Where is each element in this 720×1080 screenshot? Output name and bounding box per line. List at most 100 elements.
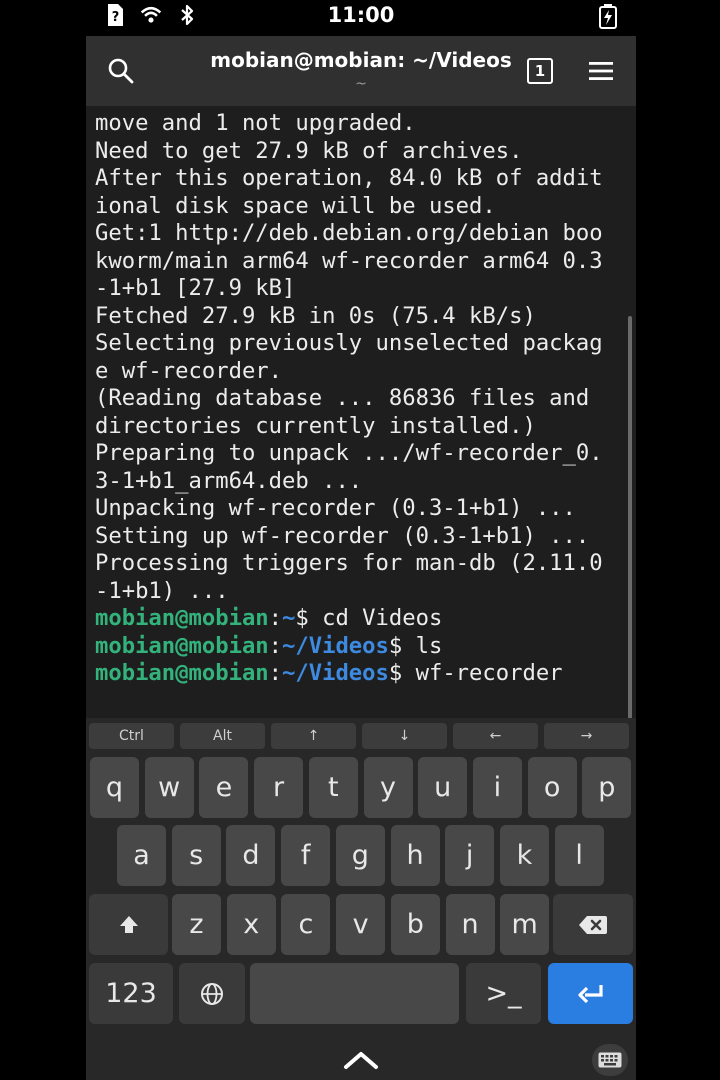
terminal-output-line: Need to get 27.9 kB of archives. — [95, 137, 523, 164]
key-label: t — [328, 772, 339, 803]
on-screen-keyboard: Ctrl Alt ↑ ↓ ← → 123 >_ q w e r t y u i o p a s d f g h j k l z x… — [86, 718, 636, 1080]
key-label: s — [189, 840, 204, 871]
key-j[interactable]: j — [445, 825, 495, 886]
terminal-output-line: Unpacking wf-recorder (0.3-1+b1) ... — [95, 495, 576, 521]
key-r[interactable]: r — [254, 757, 304, 818]
prompt-separator: : — [268, 632, 283, 659]
arrow-left-key[interactable]: ← — [453, 723, 538, 749]
numbers-key[interactable]: 123 — [89, 963, 173, 1024]
terminal-key[interactable]: >_ — [466, 963, 541, 1024]
numbers-key-label: 123 — [105, 978, 157, 1009]
key-label: r — [273, 772, 285, 803]
terminal-output-line: Fetched 27.9 kB in 0s (75.4 kB/s) — [95, 302, 536, 329]
key-label: h — [406, 840, 424, 871]
keyboard-icon — [598, 1052, 622, 1068]
key-h[interactable]: h — [390, 825, 440, 886]
key-v[interactable]: v — [336, 894, 386, 955]
key-label: m — [511, 909, 538, 940]
key-b[interactable]: b — [390, 894, 440, 955]
key-x[interactable]: x — [226, 894, 276, 955]
terminal-output-line: e wf-recorder. — [95, 357, 283, 384]
language-key[interactable] — [179, 963, 245, 1024]
key-d[interactable]: d — [226, 825, 276, 886]
key-label: w — [158, 772, 181, 803]
terminal-output-line: Processing triggers for man-db (2.11.0 — [95, 550, 603, 576]
terminal-scrollbar[interactable] — [628, 316, 632, 718]
key-label: q — [105, 772, 124, 803]
arrow-up-key[interactable]: ↑ — [271, 723, 356, 749]
key-w[interactable]: w — [144, 757, 194, 818]
tabs-button[interactable]: 1 — [522, 53, 558, 89]
key-p[interactable]: p — [582, 757, 632, 818]
shift-key[interactable] — [89, 894, 168, 955]
key-n[interactable]: n — [445, 894, 495, 955]
menu-button[interactable] — [583, 53, 619, 89]
key-f[interactable]: f — [281, 825, 331, 886]
terminal-output-line: Setting up wf-recorder (0.3-1+b1) ... — [95, 522, 590, 549]
hamburger-menu-icon — [589, 62, 613, 80]
key-c[interactable]: c — [281, 894, 331, 955]
key-label: u — [434, 772, 452, 803]
window-subtitle: ~ — [355, 76, 367, 92]
terminal-header-bar: mobian@mobian: ~/Videos ~ 1 — [86, 36, 636, 106]
key-label: e — [215, 772, 233, 803]
key-u[interactable]: u — [418, 757, 468, 818]
space-key[interactable] — [250, 963, 459, 1024]
terminal-output: move and 1 not upgraded. Need to get 27.9… — [95, 110, 603, 688]
terminal-key-label: >_ — [485, 978, 522, 1009]
enter-key[interactable] — [548, 963, 633, 1024]
key-g[interactable]: g — [335, 825, 385, 886]
prompt-command: $ ls — [388, 632, 443, 659]
modifier-row: Ctrl Alt ↑ ↓ ← → — [89, 723, 629, 749]
terminal-output-line: ional disk space will be used. — [95, 192, 496, 219]
terminal-output-line: Selecting previously unselected packag — [95, 330, 603, 356]
keyboard-toggle-button[interactable] — [592, 1044, 628, 1076]
prompt-user: mobian@mobian — [95, 660, 269, 686]
ctrl-key[interactable]: Ctrl — [89, 723, 174, 749]
key-label: g — [351, 840, 369, 871]
key-label: z — [189, 909, 204, 940]
alt-key[interactable]: Alt — [180, 723, 265, 749]
key-label: y — [380, 772, 396, 803]
key-s[interactable]: s — [171, 825, 221, 886]
arrow-down-key[interactable]: ↓ — [362, 723, 447, 749]
tab-count: 1 — [534, 62, 546, 80]
key-z[interactable]: z — [172, 894, 221, 955]
search-icon — [108, 58, 134, 84]
terminal-view[interactable]: move and 1 not upgraded. Need to get 27.9… — [86, 106, 636, 718]
status-bar: ? 11:00 — [86, 0, 636, 36]
prompt-user: mobian@mobian — [95, 605, 269, 631]
terminal-output-line: directories currently installed.) — [95, 412, 536, 439]
key-l[interactable]: l — [554, 825, 604, 886]
key-label: j — [465, 840, 474, 871]
key-label: f — [300, 840, 311, 871]
backspace-key[interactable] — [553, 894, 633, 955]
key-label: x — [243, 909, 260, 940]
arrow-right-key[interactable]: → — [544, 723, 629, 749]
key-k[interactable]: k — [499, 825, 549, 886]
key-label: n — [461, 909, 479, 940]
globe-icon — [201, 982, 223, 1005]
terminal-output-line: -1+b1 [27.9 kB] — [95, 275, 296, 301]
key-o[interactable]: o — [527, 757, 577, 818]
chevron-up-icon[interactable] — [341, 1048, 381, 1072]
clock: 11:00 — [327, 3, 395, 27]
prompt-command: $ wf-recorder — [388, 660, 563, 686]
prompt-separator: : — [268, 605, 283, 631]
key-label: i — [493, 772, 502, 803]
key-a[interactable]: a — [117, 825, 166, 886]
key-t[interactable]: t — [308, 757, 358, 818]
key-q[interactable]: q — [90, 757, 139, 818]
key-label: c — [298, 909, 314, 940]
key-m[interactable]: m — [500, 894, 550, 955]
enter-icon — [577, 984, 603, 1003]
prompt-command: $ cd Videos — [295, 605, 443, 631]
key-label: l — [575, 840, 583, 871]
search-button[interactable] — [103, 53, 139, 89]
key-e[interactable]: e — [199, 757, 249, 818]
key-i[interactable]: i — [472, 757, 522, 818]
key-y[interactable]: y — [363, 757, 413, 818]
terminal-output-line: 3-1+b1_arm64.deb ... — [95, 467, 363, 494]
battery-charging-icon — [598, 3, 620, 29]
prompt-path: ~/Videos — [282, 660, 389, 686]
